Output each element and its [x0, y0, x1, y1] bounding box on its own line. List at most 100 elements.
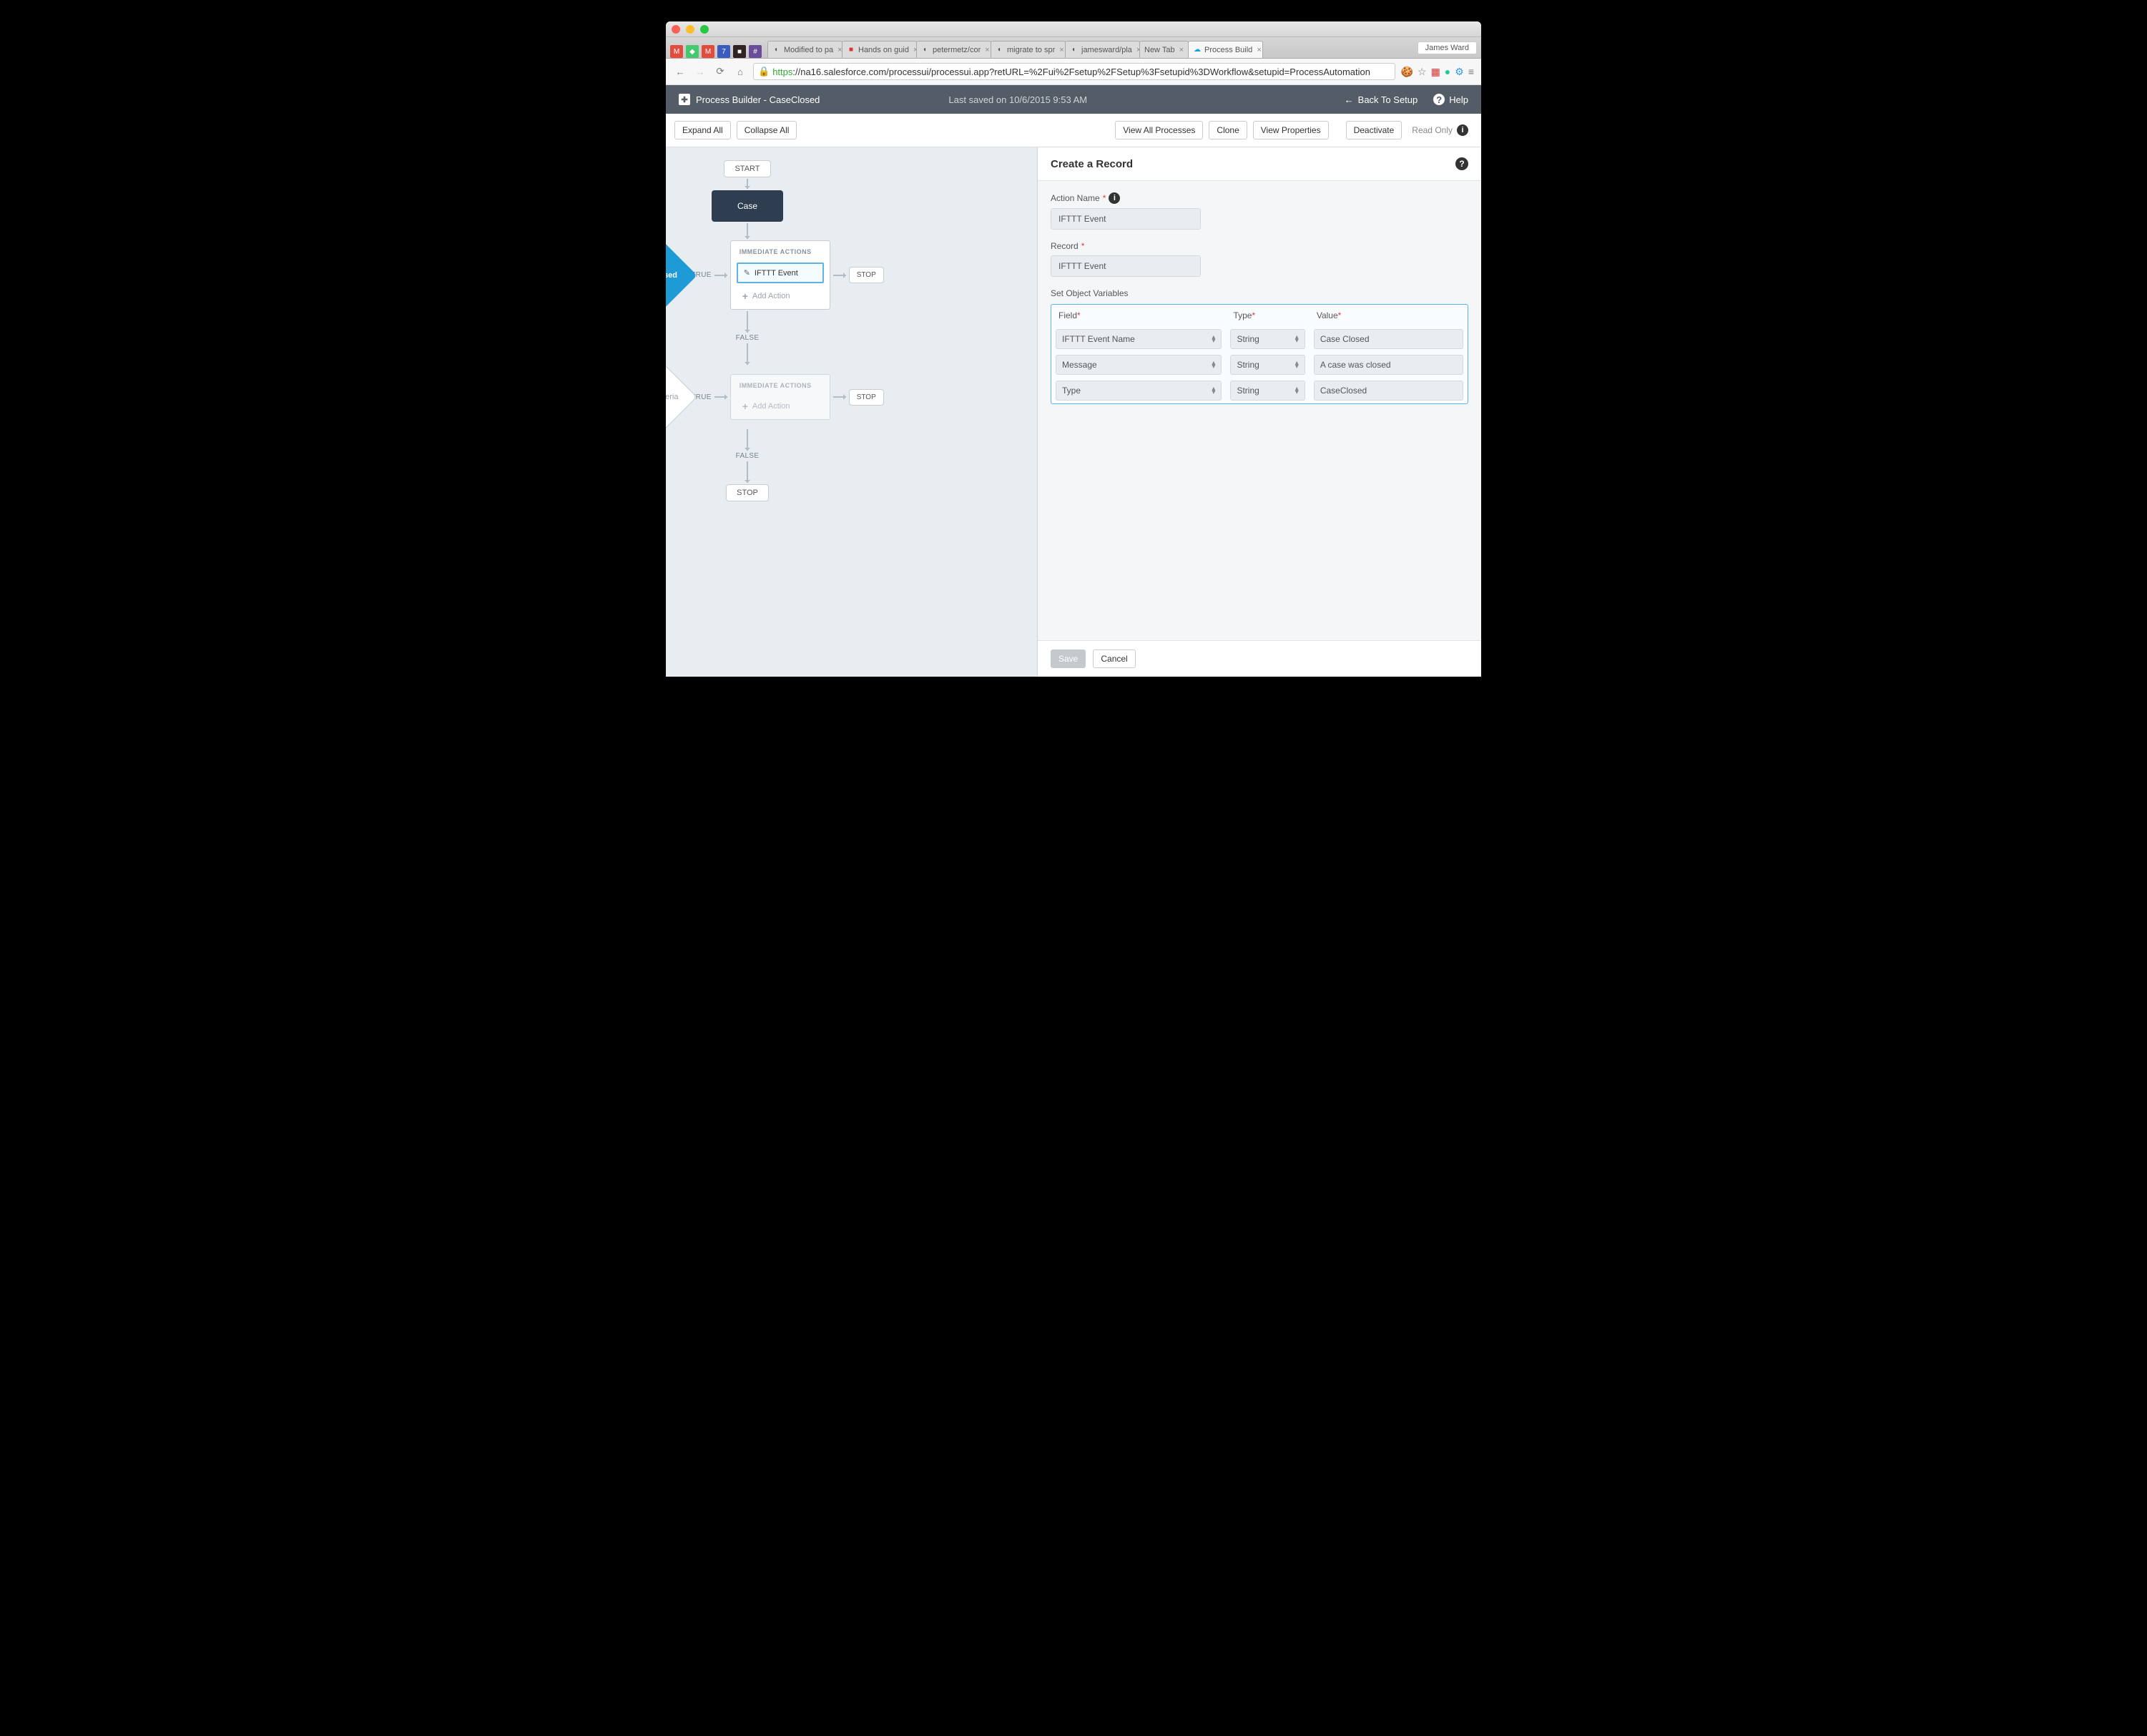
- value-input[interactable]: Case Closed: [1314, 329, 1463, 349]
- ext1-icon[interactable]: ▦: [1431, 66, 1440, 78]
- add-action-button[interactable]: +Add Action: [737, 396, 824, 416]
- tab-label: New Tab: [1144, 46, 1175, 54]
- chevron-updown-icon: ▴▾: [1295, 387, 1299, 394]
- browser-tab[interactable]: ◐Modified to pa×: [767, 41, 842, 58]
- type-select[interactable]: String▴▾: [1230, 355, 1305, 375]
- pinned-cal-icon[interactable]: 7: [717, 45, 730, 58]
- help-icon: ?: [1433, 94, 1445, 105]
- last-saved: Last saved on 10/6/2015 9:53 AM: [948, 94, 1087, 105]
- profile-chip[interactable]: James Ward: [1418, 41, 1477, 54]
- browser-tab[interactable]: ◐migrate to spr ×: [991, 41, 1066, 58]
- record-input[interactable]: IFTTT Event: [1051, 255, 1201, 277]
- ext2-icon[interactable]: ●: [1445, 66, 1450, 77]
- object-node[interactable]: Case: [712, 190, 783, 222]
- info-icon[interactable]: i: [1109, 192, 1120, 204]
- record-label: Record*: [1051, 241, 1468, 251]
- pencil-icon: ✎: [744, 268, 750, 278]
- deactivate-button[interactable]: Deactivate: [1346, 121, 1402, 139]
- view-all-processes-button[interactable]: View All Processes: [1115, 121, 1203, 139]
- app-header: ✚ Process Builder - CaseClosed Last save…: [666, 85, 1481, 114]
- pinned-tabs: M ◆ M 7 ■ #: [670, 45, 767, 58]
- cancel-button[interactable]: Cancel: [1093, 649, 1135, 668]
- menu-icon[interactable]: ≡: [1468, 66, 1474, 77]
- view-properties-button[interactable]: View Properties: [1253, 121, 1329, 139]
- url-host: ://na16.salesforce.com: [792, 67, 886, 77]
- table-row: Type▴▾ String▴▾ CaseClosed: [1051, 378, 1468, 403]
- pinned-app1-icon[interactable]: ■: [733, 45, 746, 58]
- help-link[interactable]: ?Help: [1433, 94, 1468, 105]
- github-icon: ◐: [772, 46, 781, 54]
- value-input[interactable]: CaseClosed: [1314, 381, 1463, 401]
- arrow-icon: [747, 223, 748, 239]
- start-node: START: [724, 160, 770, 177]
- back-to-setup-link[interactable]: ←Back To Setup: [1345, 94, 1418, 105]
- pinned-feedly-icon[interactable]: ◆: [686, 45, 699, 58]
- ext3-icon[interactable]: ⚙: [1455, 66, 1464, 78]
- immediate-actions-box: IMMEDIATE ACTIONS ✎IFTTT Event +Add Acti…: [730, 240, 830, 310]
- plus-icon: +: [742, 290, 748, 302]
- browser-tab[interactable]: ☁Process Build×: [1188, 41, 1263, 58]
- browser-tab[interactable]: ◐petermetz/cor×: [916, 41, 991, 58]
- browser-tab[interactable]: New Tab ×: [1139, 41, 1189, 58]
- back-button[interactable]: ←: [673, 64, 687, 79]
- reload-button[interactable]: ⟳: [713, 64, 727, 79]
- close-tab-icon[interactable]: ×: [1179, 46, 1184, 54]
- collapse-all-button[interactable]: Collapse All: [737, 121, 797, 139]
- forward-button[interactable]: →: [693, 64, 707, 79]
- traffic-lights: [672, 25, 709, 34]
- info-icon[interactable]: i: [1457, 124, 1468, 136]
- chevron-updown-icon: ▴▾: [1212, 335, 1215, 343]
- app-title: Process Builder - CaseClosed: [696, 94, 820, 105]
- panel-header: Create a Record ?: [1038, 147, 1481, 181]
- maximize-window-icon[interactable]: [700, 25, 709, 34]
- github-icon: ◐: [996, 46, 1004, 54]
- pinned-app2-icon[interactable]: #: [749, 45, 762, 58]
- save-button[interactable]: Save: [1051, 649, 1086, 668]
- arrow-icon: [747, 343, 748, 365]
- chevron-updown-icon: ▴▾: [1212, 361, 1215, 368]
- url-input[interactable]: 🔒 https://na16.salesforce.com/processui/…: [753, 63, 1395, 80]
- add-criteria-node[interactable]: +Add Criteria: [666, 353, 697, 441]
- minimize-window-icon[interactable]: [686, 25, 694, 34]
- field-select[interactable]: Message▴▾: [1056, 355, 1222, 375]
- value-input[interactable]: A case was closed: [1314, 355, 1463, 375]
- close-window-icon[interactable]: [672, 25, 680, 34]
- action-ifttt-event[interactable]: ✎IFTTT Event: [737, 263, 824, 283]
- help-icon[interactable]: ?: [1455, 157, 1468, 170]
- tab-label: petermetz/cor: [933, 46, 981, 54]
- cookie-icon[interactable]: 🍪: [1401, 66, 1413, 78]
- side-panel: Create a Record ? Action Name* i IFTTT E…: [1038, 147, 1481, 677]
- plus-icon: +: [742, 401, 748, 412]
- tab-label: migrate to spr: [1007, 46, 1055, 54]
- browser-tab[interactable]: ■Hands on guid×: [842, 41, 917, 58]
- toolbar: Expand All Collapse All View All Process…: [666, 114, 1481, 147]
- close-tab-icon[interactable]: ×: [1059, 46, 1063, 54]
- table-row: IFTTT Event Name▴▾ String▴▾ Case Closed: [1051, 326, 1468, 352]
- action-name-input[interactable]: IFTTT Event: [1051, 208, 1201, 230]
- stop-node: STOP: [849, 267, 884, 283]
- browser-tab[interactable]: ◐jamesward/pla×: [1065, 41, 1140, 58]
- home-button[interactable]: ⌂: [733, 64, 747, 79]
- add-action-button[interactable]: +Add Action: [737, 286, 824, 306]
- arrow-left-icon: ←: [1345, 94, 1354, 105]
- type-select[interactable]: String▴▾: [1230, 381, 1305, 401]
- field-select[interactable]: Type▴▾: [1056, 381, 1222, 401]
- process-canvas[interactable]: START Case Case Closed TRUE IMMEDIATE AC…: [666, 147, 1038, 677]
- col-value: Value*: [1310, 305, 1468, 326]
- close-tab-icon[interactable]: ×: [1257, 46, 1261, 54]
- type-select[interactable]: String▴▾: [1230, 329, 1305, 349]
- expand-all-button[interactable]: Expand All: [674, 121, 731, 139]
- github-icon: ◐: [1070, 46, 1079, 54]
- pinned-gmail-icon[interactable]: M: [670, 45, 683, 58]
- close-tab-icon[interactable]: ×: [985, 46, 989, 54]
- arrow-icon: [747, 179, 748, 189]
- clone-button[interactable]: Clone: [1209, 121, 1247, 139]
- field-select[interactable]: IFTTT Event Name▴▾: [1056, 329, 1222, 349]
- stop-node: STOP: [849, 389, 884, 406]
- url-scheme: https: [772, 67, 792, 77]
- pinned-gmail2-icon[interactable]: M: [702, 45, 714, 58]
- bookmark-icon[interactable]: ☆: [1418, 66, 1427, 78]
- read-only-label: Read Onlyi: [1407, 124, 1473, 136]
- arrow-icon: [747, 311, 748, 333]
- arrow-icon: [714, 396, 727, 398]
